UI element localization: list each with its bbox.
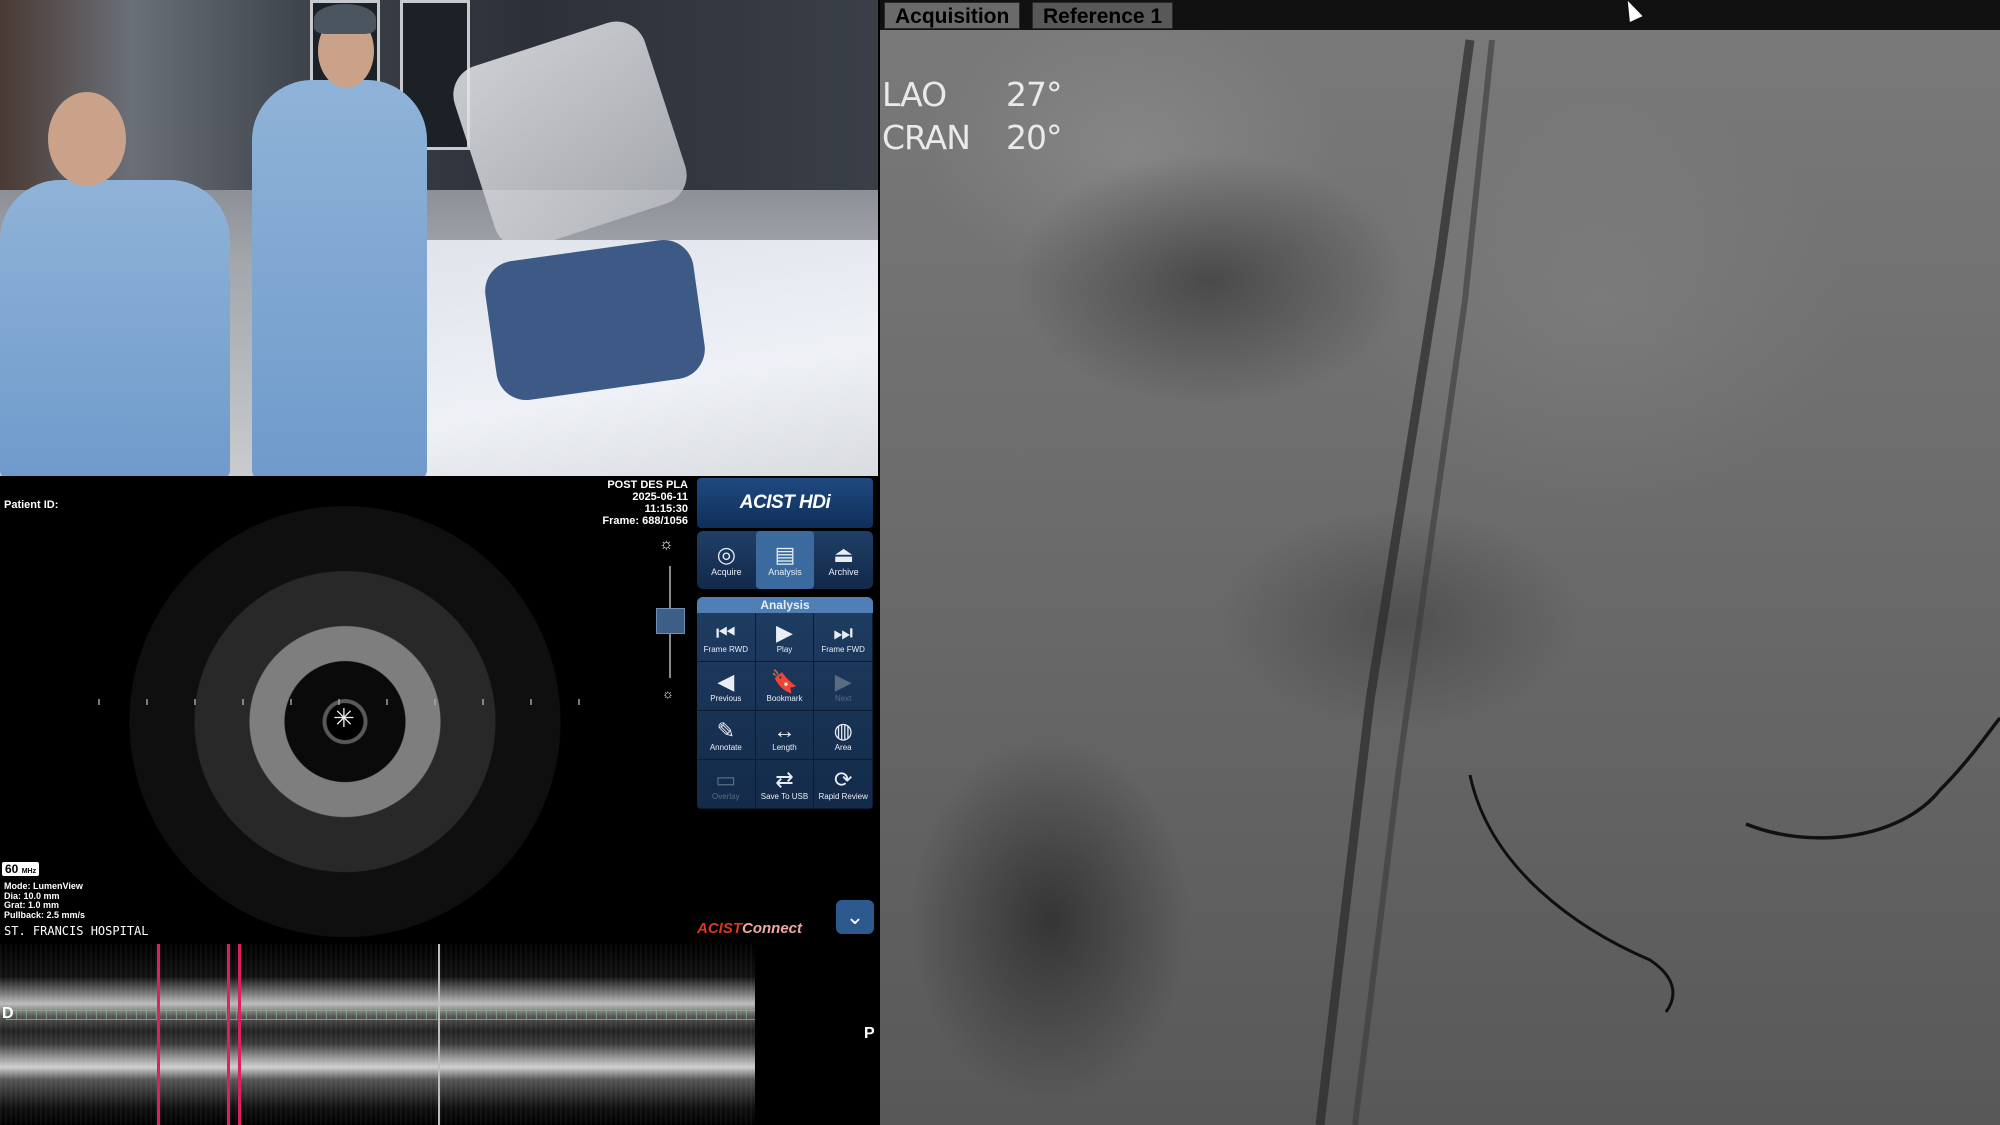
bookmark-button[interactable]: 🔖 Bookmark xyxy=(755,662,815,711)
frame-rewind-icon: ⏮ xyxy=(715,619,736,645)
bookmark-marker[interactable] xyxy=(227,944,230,1125)
frequency-unit: MHz xyxy=(21,868,37,875)
acquire-icon: ◎ xyxy=(716,542,736,567)
clinician-left xyxy=(0,180,230,476)
overlay-button[interactable]: ▭ Overlay xyxy=(697,760,756,809)
tool-label: Frame RWD xyxy=(703,644,748,654)
tab-reference-1[interactable]: Reference 1 xyxy=(1032,2,1174,29)
hospital-name: ST. FRANCIS HOSPITAL xyxy=(4,924,149,938)
proximal-label: P xyxy=(864,1025,875,1042)
surgical-drape xyxy=(481,236,709,404)
tool-label: Play xyxy=(776,644,793,654)
frame-rewind-button[interactable]: ⏮ Frame RWD xyxy=(697,613,756,662)
analysis-tools-grid: ⏮ Frame RWD ▶ Play ⏭ Frame FWD ◀ Previou… xyxy=(697,613,873,809)
lao-value: 27° xyxy=(1006,75,1062,114)
mode-bar: ◎ Acquire ▤ Analysis ⏏ Archive xyxy=(697,531,873,589)
frequency-value: 60 xyxy=(5,862,19,876)
usb-icon: ⇄ xyxy=(775,766,794,792)
tool-label: Length xyxy=(772,742,797,752)
area-icon: ◍ xyxy=(833,717,853,743)
catheter-shadow xyxy=(1352,39,1495,1125)
rapid-review-button[interactable]: ⟳ Rapid Review xyxy=(814,760,873,809)
camera-video-feed xyxy=(0,0,878,476)
study-date: 2025-06-11 xyxy=(632,491,688,503)
tool-label: Bookmark xyxy=(766,693,803,703)
frame-forward-icon: ⏭ xyxy=(833,619,854,645)
frame-forward-button[interactable]: ⏭ Frame FWD xyxy=(814,613,873,662)
annotate-button[interactable]: ✎ Annotate xyxy=(697,711,756,760)
ruler-icon: ▤ xyxy=(774,542,796,567)
frequency-badge: 60 MHz xyxy=(2,862,40,876)
analysis-header: Analysis xyxy=(697,597,873,613)
analysis-mode-label: Analysis xyxy=(768,567,802,577)
lao-label: LAO xyxy=(882,75,947,114)
tool-label: Previous xyxy=(710,693,742,703)
brightness-slider-thumb[interactable] xyxy=(656,608,685,634)
next-icon: ▶ xyxy=(834,668,852,694)
guidewire xyxy=(1745,716,2000,840)
angiography-viewer: Acquisition Reference 1 LAO 27° CRAN 20° xyxy=(880,0,2000,1125)
brightness-low-icon: ☼ xyxy=(662,686,674,701)
length-icon: ↔ xyxy=(773,717,796,743)
tool-label: Frame FWD xyxy=(821,644,865,654)
length-ruler xyxy=(6,1010,755,1020)
play-icon: ▶ xyxy=(776,619,793,645)
tool-label: Overlay xyxy=(712,791,740,801)
previous-bookmark-button[interactable]: ◀ Previous xyxy=(697,662,756,711)
acist-hdi-logo: ACIST HDi xyxy=(697,478,873,528)
cran-value: 20° xyxy=(1006,118,1062,157)
archive-icon: ⏏ xyxy=(833,542,855,567)
cran-label: CRAN xyxy=(882,118,971,157)
catheter-marker-icon: ✳ xyxy=(333,703,355,733)
clinician-left-head xyxy=(48,92,126,186)
archive-label: Archive xyxy=(828,567,859,577)
longitudinal-view[interactable]: D xyxy=(0,944,755,1125)
acquire-label: Acquire xyxy=(711,567,742,577)
acist-connect-logo: ACISTConnect xyxy=(697,920,802,937)
previous-icon: ◀ xyxy=(717,668,735,694)
save-to-usb-button[interactable]: ⇄ Save To USB xyxy=(755,760,815,809)
tool-label: Annotate xyxy=(709,742,742,752)
distal-label: D xyxy=(2,1005,14,1022)
clinician-right xyxy=(252,80,427,476)
pullback-text: Pullback: 2.5 mm/s xyxy=(4,909,86,920)
surgical-cap xyxy=(314,4,376,34)
tool-label: Next xyxy=(834,693,852,703)
chevron-down-icon: ⌄ xyxy=(845,904,865,929)
guidewire xyxy=(1468,774,1675,1013)
study-time: 11:15:30 xyxy=(644,503,688,515)
collapse-panel-button[interactable]: ⌄ xyxy=(836,900,874,934)
study-name: POST DES PLA xyxy=(607,479,688,491)
rapid-review-icon: ⟳ xyxy=(833,766,853,792)
angio-overlay xyxy=(1315,39,2000,1125)
bookmark-marker[interactable] xyxy=(238,944,241,1125)
catheter-shadow xyxy=(1315,39,1475,1125)
tool-label: Rapid Review xyxy=(818,791,868,801)
next-bookmark-button[interactable]: ▶ Next xyxy=(814,662,873,711)
overlay-icon: ▭ xyxy=(715,766,737,792)
analysis-mode-button[interactable]: ▤ Analysis xyxy=(755,531,815,589)
connect-word: Connect xyxy=(742,920,802,937)
tab-acquisition[interactable]: Acquisition xyxy=(884,2,1021,29)
area-button[interactable]: ◍ Area xyxy=(814,711,873,760)
annotate-icon: ✎ xyxy=(716,717,736,743)
acquire-button[interactable]: ◎ Acquire xyxy=(697,531,756,589)
brightness-high-icon: ☼ xyxy=(659,536,674,553)
acquisition-info: Mode: LumenView Dia: 10.0 mm Grat: 1.0 m… xyxy=(4,881,86,920)
acist-control-panel: ACIST HDi ◎ Acquire ▤ Analysis ⏏ Archive… xyxy=(697,478,873,809)
bookmark-marker[interactable] xyxy=(157,944,160,1125)
frame-counter: Frame: 688/1056 xyxy=(602,515,688,527)
bookmark-icon: 🔖 xyxy=(770,668,799,694)
tool-label: Area xyxy=(834,742,852,752)
archive-button[interactable]: ⏏ Archive xyxy=(814,531,873,589)
length-button[interactable]: ↔ Length xyxy=(755,711,815,760)
patient-id-label: Patient ID: xyxy=(4,499,59,511)
analysis-panel: Analysis ⏮ Frame RWD ▶ Play ⏭ Frame FWD … xyxy=(697,597,873,809)
connect-brand: ACIST xyxy=(697,920,742,937)
frame-cursor[interactable] xyxy=(438,944,440,1125)
play-button[interactable]: ▶ Play xyxy=(755,613,815,662)
tool-label: Save To USB xyxy=(760,791,809,801)
